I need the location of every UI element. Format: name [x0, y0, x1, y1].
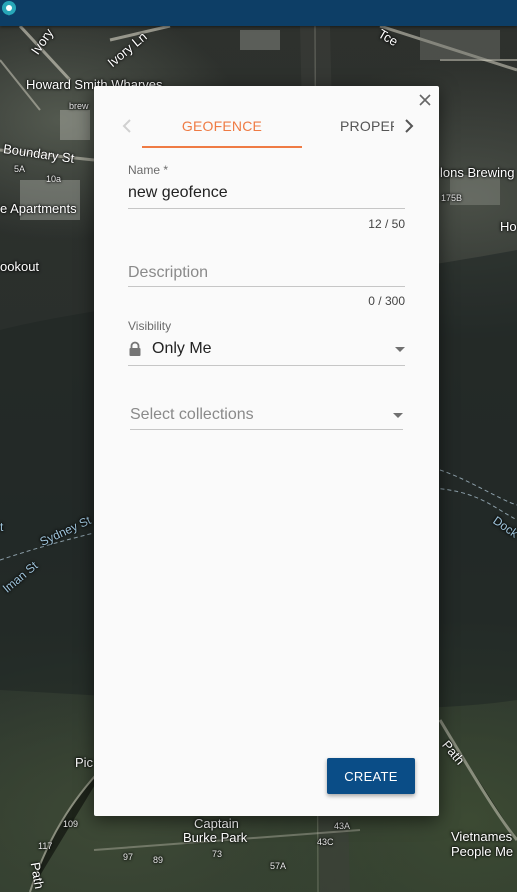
app-top-bar — [0, 0, 517, 26]
map-label-captain: Captain — [194, 816, 239, 831]
tab-properties-label: PROPERTIES — [340, 118, 397, 134]
chevron-down-icon — [395, 347, 405, 352]
visibility-underline — [128, 365, 405, 366]
map-label-burke-park: Burke Park — [183, 830, 248, 845]
description-underline — [128, 286, 405, 287]
map-label-brewing: lons Brewing — [440, 165, 515, 180]
map-label-43c: 43C — [317, 837, 334, 847]
map-label-apartments: e Apartments — [0, 201, 77, 216]
tab-prev-button[interactable] — [112, 106, 142, 146]
map-label-brew: brew — [69, 101, 89, 111]
name-underline — [128, 208, 405, 209]
visibility-value: Only Me — [152, 340, 212, 357]
visibility-label: Visibility — [128, 319, 172, 333]
name-input[interactable]: new geofence — [128, 183, 405, 203]
map-label-175b: 175B — [441, 193, 463, 203]
tab-next-button[interactable] — [394, 106, 424, 146]
map-label-lookout: ookout — [0, 259, 40, 274]
description-input[interactable]: Description — [128, 263, 405, 283]
name-char-counter: 12 / 50 — [368, 217, 405, 231]
map-label-10a: 10a — [46, 174, 62, 184]
chevron-right-icon — [405, 119, 414, 133]
map-label-people: People Me — [451, 844, 514, 859]
app-viewport: Ivory Ivory Ln Tce Howard Smith Wharves … — [0, 0, 517, 892]
map-label-89: 89 — [153, 855, 164, 865]
lock-icon — [129, 341, 141, 356]
collections-placeholder: Select collections — [130, 406, 254, 423]
visibility-select-row[interactable]: Only Me — [128, 337, 405, 361]
tab-strip: GEOFENCE PROPERTIES — [142, 106, 397, 150]
collections-underline — [130, 429, 403, 430]
map-label-t: t — [0, 520, 4, 534]
map-label-57a: 57A — [270, 861, 287, 871]
tab-geofence[interactable]: GEOFENCE — [142, 106, 302, 148]
map-label-97: 97 — [123, 852, 134, 862]
create-geofence-dialog: GEOFENCE PROPERTIES Name * new geofence … — [94, 86, 439, 816]
map-label-117: 117 — [38, 841, 53, 851]
description-char-counter: 0 / 300 — [368, 294, 405, 308]
map-label-pic: Pic — [75, 755, 94, 770]
tab-properties[interactable]: PROPERTIES — [340, 106, 397, 146]
description-field[interactable]: Description 0 / 300 — [128, 263, 405, 308]
chevron-down-icon — [393, 413, 403, 418]
tab-geofence-label: GEOFENCE — [181, 118, 263, 134]
close-icon — [419, 94, 431, 106]
map-label-43a: 43A — [334, 821, 351, 831]
map-label-109: 109 — [63, 819, 79, 829]
collections-select-row[interactable]: Select collections — [130, 403, 403, 427]
map-pin-icon[interactable] — [0, 0, 18, 18]
name-field[interactable]: Name * new geofence 12 / 50 — [128, 163, 405, 231]
tab-active-indicator — [142, 146, 302, 148]
map-label-vietnamese: Vietnames — [451, 829, 513, 844]
create-button[interactable]: CREATE — [327, 758, 415, 794]
map-label-ho: Ho — [500, 219, 517, 234]
chevron-left-icon — [122, 119, 131, 133]
collections-select[interactable]: Select collections — [130, 403, 403, 430]
map-label-73: 73 — [212, 849, 223, 859]
map-label-5a: 5A — [14, 164, 26, 174]
name-field-label: Name * — [128, 163, 169, 177]
visibility-select[interactable]: Visibility Only Me — [128, 319, 405, 366]
tab-bar: GEOFENCE PROPERTIES — [112, 106, 424, 150]
